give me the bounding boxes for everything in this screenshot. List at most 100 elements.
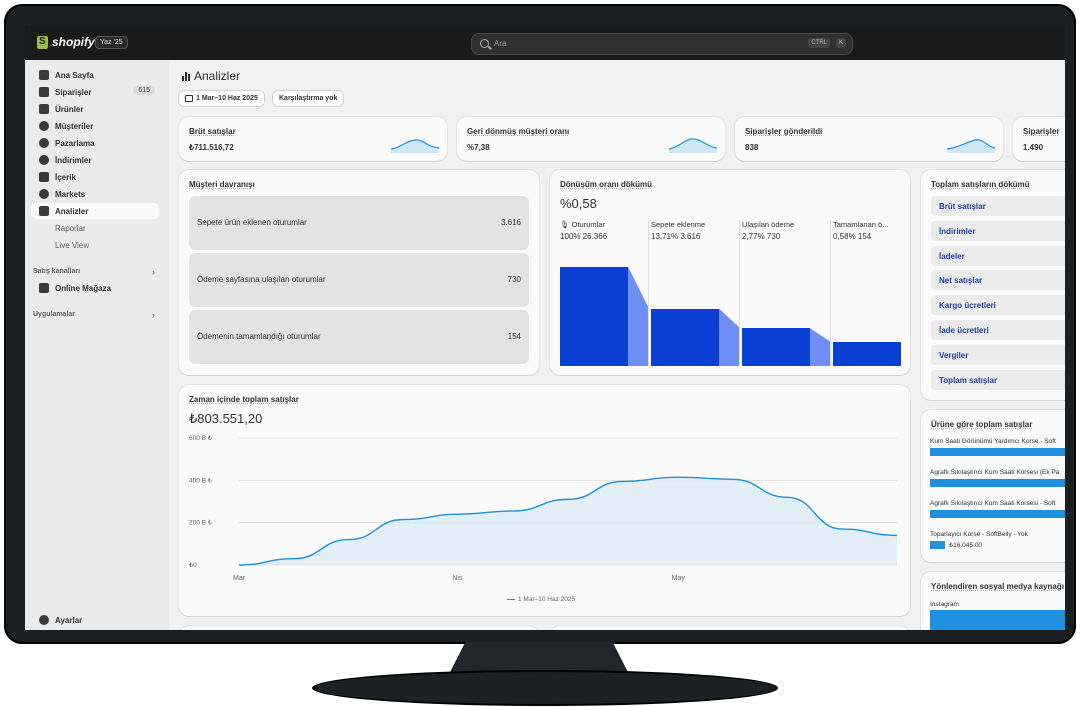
funnel-bar[interactable] (742, 328, 810, 366)
home-icon (39, 70, 49, 80)
sidebar-item-analytics[interactable]: Analizler (31, 203, 159, 219)
breakdown-item[interactable]: İadeler (931, 245, 1065, 266)
behavior-row[interactable]: Ödeme sayfasına ulaşılan oturumlar 730 (189, 253, 529, 307)
behavior-row[interactable]: Ödemenin tamamlandığı oturumlar 154 (189, 310, 529, 364)
chevron-right-icon: › (152, 310, 155, 320)
metric-title: Siparişler (1023, 127, 1060, 136)
edition-badge[interactable]: Yaz '25 (95, 36, 128, 49)
metric-card-returning-rate[interactable]: Geri dönmüş müşteri oranı %7,38 (457, 117, 725, 161)
sidebar-item-label: Analizler (55, 206, 89, 216)
globe-icon (39, 189, 49, 199)
metric-card-orders-shipped[interactable]: Siparişler gönderildi 838 (735, 117, 1003, 161)
chevron-right-icon: › (152, 267, 155, 277)
funnel-bar[interactable] (560, 266, 628, 366)
apps-heading[interactable]: Uygulamalar › (33, 310, 157, 320)
funnel-bar[interactable] (833, 342, 901, 366)
section-label: Satış kanalları (33, 268, 81, 275)
sidebar-item-live-view[interactable]: Live View (31, 237, 159, 253)
product-bar[interactable] (930, 479, 1065, 487)
y-tick-label: 200 B ₺ (189, 519, 213, 527)
area-fill (239, 477, 897, 565)
sidebar-item-customers[interactable]: Müşteriler (31, 118, 159, 134)
metric-value: ₺711.516,72 (189, 143, 234, 152)
analytics-icon (182, 71, 190, 81)
conversion-funnel-card: Dönüşüm oranı dökümü %0,58 🎙 Oturumlar 10… (550, 170, 910, 375)
x-tick-label: Mar (233, 575, 246, 582)
sidebar-item-home[interactable]: Ana Sayfa (31, 67, 159, 83)
calendar-icon (185, 95, 193, 102)
sidebar-item-marketing[interactable]: Pazarlama (31, 135, 159, 151)
product-bar[interactable] (930, 448, 1065, 456)
card-title: Toplam satışların dökümü (931, 180, 1030, 189)
legend-swatch (507, 598, 515, 601)
product-label: Kum Saati Görünümü Yardımcı Korse - Soft (930, 438, 1056, 445)
sidebar-item-markets[interactable]: Markets (31, 186, 159, 202)
sales-channels-heading[interactable]: Satış kanalları › (33, 267, 157, 277)
funnel-step-value: 13,71% 3.616 (651, 232, 701, 241)
behavior-row[interactable]: Sepete ürün eklenen oturumlar 3.616 (189, 196, 529, 250)
screen: shopify Yaz '25 Ara CTRL K Ana Sayfa Sip… (25, 26, 1065, 630)
shopify-bag-icon (37, 35, 48, 49)
breakdown-item[interactable]: İade ücretleri (931, 320, 1065, 340)
sidebar-item-label: Ana Sayfa (55, 70, 94, 80)
card-title: Yönlendiren sosyal medya kaynağı (931, 582, 1064, 591)
brand-name: shopify (52, 35, 95, 49)
sidebar-item-label: İndirimler (55, 155, 92, 165)
metric-value: %7,38 (467, 143, 490, 152)
sidebar-item-label: Müşteriler (55, 121, 94, 131)
date-range-picker[interactable]: 1 Mar–10 Haz 2025 (178, 90, 265, 107)
product-bar[interactable] (930, 510, 1065, 518)
funnel-step-value: 0,58% 154 (833, 232, 872, 241)
tag-icon (39, 104, 49, 114)
sidebar-item-discounts[interactable]: İndirimler (31, 152, 159, 168)
sidebar-item-reports[interactable]: Raporlar (31, 220, 159, 236)
x-tick-label: May (672, 575, 686, 582)
funnel-drop-off (719, 308, 740, 366)
orders-count-badge: 615 (133, 86, 155, 95)
funnel-step[interactable]: 🎙 Oturumlar 100% 26.366 (560, 220, 607, 241)
funnel-step-label: Ulaşılan ödeme (742, 220, 795, 229)
section-label: Uygulamalar (33, 311, 76, 318)
shortcut-k: K (835, 38, 846, 48)
comparison-picker[interactable]: Karşılaştırma yok (272, 90, 345, 107)
sidebar-item-label: Online Mağaza (55, 283, 112, 293)
breakdown-item[interactable]: Net satışlar (931, 270, 1065, 291)
sidebar-item-orders[interactable]: Siparişler 615 (31, 84, 159, 100)
sidebar-item-products[interactable]: Ürünler (31, 101, 159, 117)
funnel-bar[interactable] (651, 308, 719, 366)
social-bar[interactable] (930, 610, 1065, 630)
funnel-step[interactable]: Tamamlanan ö... 0,58% 154 (833, 220, 888, 241)
funnel-step[interactable]: Sepete eklenme 13,71% 3.616 (651, 220, 705, 241)
behavior-label: Sepete ürün eklenen oturumlar (197, 218, 307, 227)
customer-behavior-card: Müşteri davranışı Sepete ürün eklenen ot… (179, 170, 539, 375)
page-title-text: Analizler (194, 69, 241, 83)
breakdown-item[interactable]: Toplam satışlar (931, 369, 1065, 390)
area-chart: 600 B ₺ 400 B ₺ 200 B ₺ ₺0 Mar Nis May (189, 434, 898, 582)
top-bar: shopify Yaz '25 Ara CTRL K (25, 26, 1065, 60)
content-icon (39, 172, 49, 182)
x-tick-label: Nis (452, 575, 463, 582)
page-title: Analizler (182, 69, 240, 83)
metric-card-gross-sales[interactable]: Brüt satışlar ₺711.516,72 (179, 117, 447, 161)
funnel-step[interactable]: Ulaşılan ödeme 2,77% 730 (742, 220, 794, 241)
sidebar-item-online-store[interactable]: Online Mağaza (31, 280, 159, 296)
product-value: ₺16.045,00 (949, 542, 983, 549)
funnel-drop-off (810, 328, 831, 366)
search-input[interactable]: Ara CTRL K (471, 33, 853, 55)
partial-card (550, 626, 910, 630)
breakdown-item[interactable]: Vergiler (931, 344, 1065, 365)
product-bar[interactable] (930, 541, 945, 549)
metric-value: 1.490 (1023, 143, 1044, 152)
shopify-logo[interactable]: shopify (37, 35, 95, 49)
legend-label: 1 Mar–10 Haz 2025 (518, 596, 576, 603)
funnel-separator (830, 220, 831, 366)
target-icon (39, 138, 49, 148)
breakdown-item[interactable]: Brüt satışlar (931, 196, 1065, 216)
sidebar-item-content[interactable]: İçerik (31, 169, 159, 185)
metric-card-orders[interactable]: Siparişler 1.490 (1013, 117, 1065, 161)
breakdown-item[interactable]: İndirimler (931, 220, 1065, 241)
search-placeholder: Ara (494, 39, 507, 48)
sidebar-item-settings[interactable]: Ayarlar (31, 612, 159, 628)
date-range-label: 1 Mar–10 Haz 2025 (196, 95, 258, 102)
breakdown-item[interactable]: Kargo ücretleri (931, 295, 1065, 316)
